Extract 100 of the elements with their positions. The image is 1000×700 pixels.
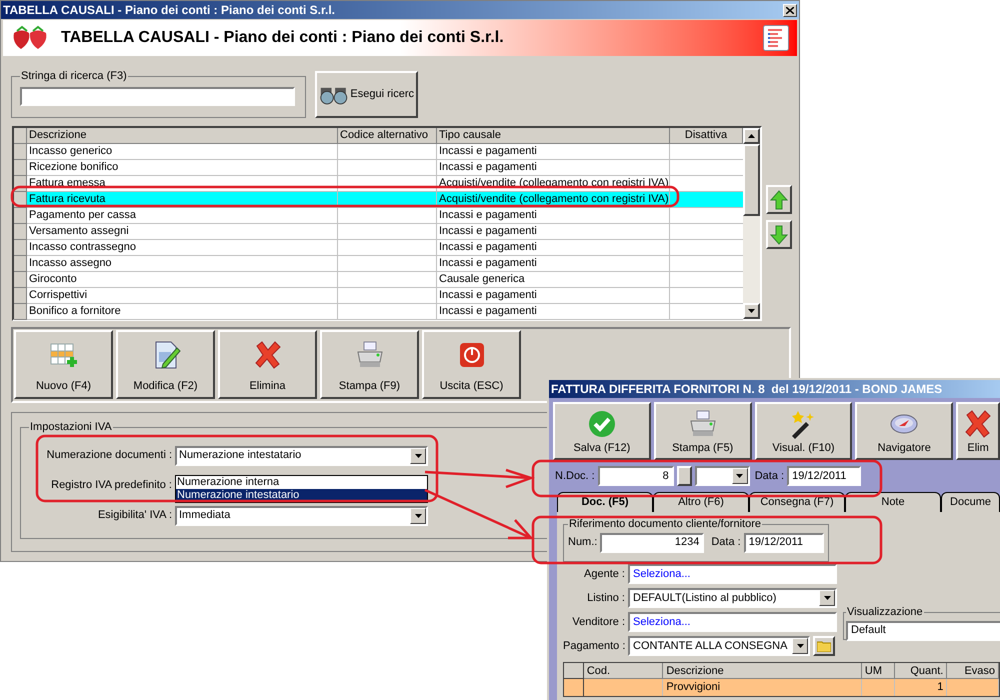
printer-icon: [688, 409, 718, 439]
dropdown-option[interactable]: Numerazione intestatario: [176, 488, 427, 502]
tab[interactable]: Docume: [941, 492, 1000, 512]
toolbar-button[interactable]: Visual. (F10): [754, 402, 852, 460]
field-label: Registro IVA predefinito :: [50, 478, 172, 494]
table-row[interactable]: Pagamento per cassa Incassi e pagamenti: [14, 208, 743, 224]
row-selector: [14, 272, 27, 288]
dropdown-field[interactable]: CONTANTE ALLA CONSEGNA: [628, 636, 810, 656]
table-cell: 1: [894, 679, 948, 696]
table-row[interactable]: Incasso generico Incassi e pagamenti: [14, 144, 743, 160]
field-label: Data :: [754, 468, 784, 484]
dropdown-arrow-button[interactable]: [410, 448, 426, 464]
toolbar-button[interactable]: Uscita (ESC): [422, 330, 521, 399]
field-label: Agente :: [583, 566, 625, 582]
column-header[interactable]: Descrizione: [27, 128, 338, 144]
column-header[interactable]: Evaso: [947, 663, 1000, 679]
toolbar-button[interactable]: Stampa (F5): [654, 402, 752, 460]
scroll-up-button[interactable]: [743, 128, 760, 144]
table-row[interactable]: Bonifico a fornitore Incassi e pagamenti: [14, 304, 743, 320]
caret-icon: [736, 474, 744, 478]
column-header[interactable]: Descrizione: [663, 663, 862, 679]
column-header[interactable]: Cod.: [584, 663, 664, 679]
scroll-down-button[interactable]: [743, 303, 760, 319]
dropdown-field[interactable]: [694, 466, 750, 486]
row-header: [14, 128, 27, 144]
table-row[interactable]: Giroconto Causale generica: [14, 272, 743, 288]
toolbar-button[interactable]: Elimina: [218, 330, 317, 399]
row-selector: [14, 288, 27, 304]
row-selector: [14, 304, 27, 320]
tab[interactable]: Note: [845, 492, 941, 512]
dropdown-field[interactable]: Default: [846, 620, 1000, 640]
header-title: TABELLA CAUSALI - Piano dei conti : Piano dei conti S.r.l.: [61, 28, 505, 48]
select-field[interactable]: Seleziona...: [628, 612, 837, 632]
grid-row[interactable]: Provvigioni 1: [564, 679, 999, 696]
column-header[interactable]: Tipo causale: [437, 128, 670, 144]
toolbar-button[interactable]: Salva (F12): [553, 402, 651, 460]
document-number-field[interactable]: 8: [598, 466, 674, 486]
row-selector: [14, 160, 27, 176]
move-down-button[interactable]: [766, 220, 792, 249]
dropdown-arrow-button[interactable]: [792, 638, 808, 654]
caret-icon: [414, 514, 422, 518]
date-field[interactable]: 19/12/2011: [787, 466, 862, 486]
dropdown-option[interactable]: Numerazione interna: [176, 476, 427, 488]
small-button[interactable]: [676, 466, 692, 486]
row-selector: [14, 256, 27, 272]
group-label: Impostazioni IVA: [29, 420, 113, 435]
toolbar-button[interactable]: Nuovo (F4): [14, 330, 113, 399]
table-cell: Incassi e pagamenti: [437, 304, 670, 320]
close-icon: [786, 6, 794, 14]
row-selector: [14, 208, 27, 224]
folder-icon: [817, 640, 831, 652]
column-header[interactable]: UM: [862, 663, 895, 679]
search-button[interactable]: Esegui ricerc: [315, 71, 418, 118]
delete-icon: [963, 409, 994, 439]
dropdown-field[interactable]: Immediata: [175, 506, 428, 526]
toolbar-button[interactable]: Elim: [956, 402, 1000, 460]
dropdown-arrow-button[interactable]: [732, 468, 748, 484]
field-label: Pagamento :: [563, 638, 625, 654]
toolbar-button[interactable]: Modifica (F2): [116, 330, 215, 399]
down-arrow-icon: [770, 224, 788, 244]
table-row[interactable]: Versamento assegni Incassi e pagamenti: [14, 224, 743, 240]
dropdown-arrow-button[interactable]: [819, 590, 835, 606]
down-arrow-icon: [748, 309, 755, 313]
dropdown-arrow-button[interactable]: [410, 508, 426, 524]
printer-icon: [354, 340, 384, 370]
column-header[interactable]: Disattiva: [670, 128, 743, 144]
table-row[interactable]: Incasso assegno Incassi e pagamenti: [14, 256, 743, 272]
table-row[interactable]: Ricezione bonifico Incassi e pagamenti: [14, 160, 743, 176]
close-button[interactable]: [783, 4, 797, 16]
delete-icon: [252, 340, 282, 370]
dropdown-field[interactable]: Numerazione intestatario: [175, 446, 428, 466]
group-label: Riferimento documento cliente/fornitore: [568, 517, 762, 532]
field-label: Data :: [711, 535, 741, 550]
row-selector: [14, 224, 27, 240]
toolbar-button[interactable]: Navigatore: [855, 402, 954, 460]
folder-button[interactable]: [813, 636, 835, 656]
field-label: Num.:: [568, 535, 598, 550]
toolbar-button[interactable]: Stampa (F9): [320, 330, 419, 399]
caret-icon: [824, 596, 830, 600]
group-label: Stringa di ricerca (F3): [20, 69, 128, 84]
move-up-button[interactable]: [766, 185, 792, 214]
group-label: Visualizzazione: [846, 605, 924, 620]
field-label: Numerazione documenti :: [46, 448, 172, 464]
field-label: Esigibilita' IVA :: [96, 508, 172, 524]
dropdown-field[interactable]: DEFAULT(Listino al pubblico): [628, 588, 837, 608]
column-header[interactable]: Quant.: [894, 663, 948, 679]
number-field[interactable]: 1234: [600, 532, 704, 552]
list-icon: [763, 25, 789, 51]
field-label: Listino :: [586, 590, 625, 606]
column-header[interactable]: Codice alternativo: [338, 128, 437, 144]
up-arrow-icon: [748, 134, 755, 138]
select-field[interactable]: Seleziona...: [628, 564, 837, 584]
table-cell: Provvigioni: [663, 679, 862, 696]
search-field[interactable]: [20, 87, 295, 106]
row-selector: [14, 240, 27, 256]
date-field[interactable]: 19/12/2011: [744, 532, 824, 552]
table-row[interactable]: Corrispettivi Incassi e pagamenti: [14, 288, 743, 304]
table-row[interactable]: Incasso contrassegno Incassi e pagamenti: [14, 240, 743, 256]
field-label: Venditore :: [571, 614, 625, 630]
row-selector: [14, 144, 27, 160]
